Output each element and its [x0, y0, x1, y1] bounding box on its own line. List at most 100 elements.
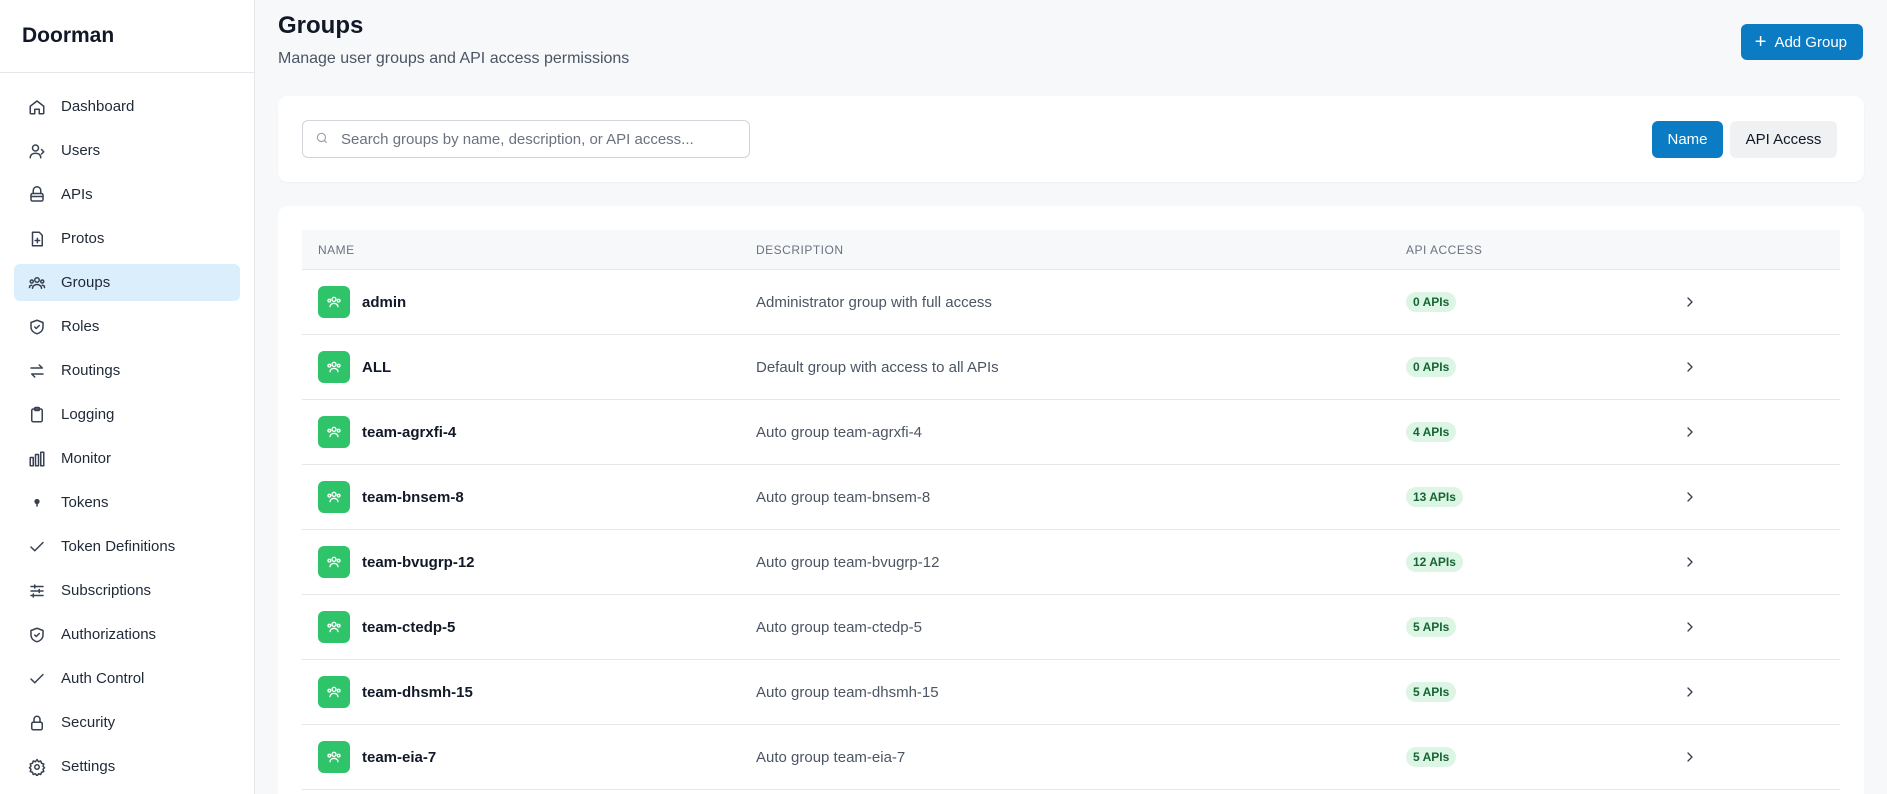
sidebar-item-label: Monitor: [61, 450, 112, 467]
search-card: Name API Access: [278, 96, 1864, 182]
sidebar-item-label: Routings: [61, 362, 121, 379]
gear-icon: [28, 758, 46, 776]
group-icon: [318, 416, 350, 448]
column-header-description[interactable]: DESCRIPTION: [756, 243, 844, 257]
filter-api-access-button[interactable]: API Access: [1730, 121, 1837, 158]
table-row[interactable]: team-dhsmh-15 Auto group team-dhsmh-15 5…: [302, 660, 1840, 725]
api-count-badge: 4 APIs: [1406, 422, 1457, 442]
sidebar-item-settings[interactable]: Settings: [14, 748, 240, 785]
sidebar-item-token-definitions[interactable]: Token Definitions: [14, 528, 240, 565]
sidebar-item-logging[interactable]: Logging: [14, 396, 240, 433]
table-row[interactable]: team-bnsem-8 Auto group team-bnsem-8 13 …: [302, 465, 1840, 530]
add-group-label: Add Group: [1774, 33, 1847, 51]
check-icon: [28, 538, 46, 556]
sidebar-item-auth-control[interactable]: Auth Control: [14, 660, 240, 697]
sidebar-item-label: Roles: [61, 318, 100, 335]
table-row[interactable]: team-agrxfi-4 Auto group team-agrxfi-4 4…: [302, 400, 1840, 465]
sidebar-item-label: Tokens: [61, 494, 109, 511]
group-description: Default group with access to all APIs: [756, 358, 999, 376]
chevron-right-icon[interactable]: [1682, 554, 1698, 570]
group-name: team-bvugrp-12: [362, 553, 475, 571]
group-icon: [318, 676, 350, 708]
table-row[interactable]: team-bvugrp-12 Auto group team-bvugrp-12…: [302, 530, 1840, 595]
clipboard-icon: [28, 406, 46, 424]
sidebar-item-label: Groups: [61, 274, 111, 291]
check-icon: [28, 670, 46, 688]
api-count-badge: 0 APIs: [1406, 292, 1457, 312]
lock-icon: [28, 714, 46, 732]
sidebar-item-label: Settings: [61, 758, 116, 775]
sidebar-item-label: Token Definitions: [61, 538, 176, 555]
table-row[interactable]: admin Administrator group with full acce…: [302, 270, 1840, 335]
sidebar-item-monitor[interactable]: Monitor: [14, 440, 240, 477]
group-description: Auto group team-dhsmh-15: [756, 683, 939, 701]
chevron-right-icon[interactable]: [1682, 749, 1698, 765]
group-name: team-agrxfi-4: [362, 423, 457, 441]
sidebar-item-apis[interactable]: APIs: [14, 176, 240, 213]
groups-table: NAME DESCRIPTION API ACCESS admin Admini…: [302, 230, 1840, 790]
table-row[interactable]: team-eia-7 Auto group team-eia-7 5 APIs: [302, 725, 1840, 790]
sidebar-item-security[interactable]: Security: [14, 704, 240, 741]
column-header-api-access[interactable]: API ACCESS: [1406, 243, 1482, 257]
group-description: Auto group team-agrxfi-4: [756, 423, 922, 441]
chevron-right-icon[interactable]: [1682, 489, 1698, 505]
chevron-right-icon[interactable]: [1682, 619, 1698, 635]
app-title: Doorman: [0, 0, 254, 73]
sidebar-item-label: APIs: [61, 186, 93, 203]
group-icon: [318, 481, 350, 513]
column-header-name[interactable]: NAME: [318, 243, 355, 257]
bar-chart-icon: [28, 450, 46, 468]
sidebar-item-authorizations[interactable]: Authorizations: [14, 616, 240, 653]
sidebar: Doorman Dashboard Users APIs Protos Grou…: [0, 0, 255, 794]
layers-icon: [28, 185, 46, 204]
search-icon: [315, 131, 331, 147]
main-content: Groups Manage user groups and API access…: [256, 0, 1887, 794]
sidebar-item-label: Logging: [61, 406, 115, 423]
sidebar-item-tokens[interactable]: Tokens: [14, 484, 240, 521]
sidebar-item-dashboard[interactable]: Dashboard: [14, 88, 240, 125]
sidebar-item-label: Subscriptions: [61, 582, 152, 599]
sidebar-item-routings[interactable]: Routings: [14, 352, 240, 389]
plus-icon: +: [1754, 31, 1767, 53]
sidebar-item-users[interactable]: Users: [14, 132, 240, 169]
arrows-icon: [28, 362, 46, 380]
chevron-right-icon[interactable]: [1682, 424, 1698, 440]
chevron-right-icon[interactable]: [1682, 294, 1698, 310]
group-icon: [318, 611, 350, 643]
chevron-right-icon[interactable]: [1682, 684, 1698, 700]
search-input[interactable]: [341, 130, 741, 148]
search-box[interactable]: [302, 120, 750, 158]
group-name: team-bnsem-8: [362, 488, 464, 506]
sidebar-item-groups[interactable]: Groups: [14, 264, 240, 301]
filter-name-button[interactable]: Name: [1652, 121, 1723, 158]
api-count-badge: 5 APIs: [1406, 617, 1457, 637]
group-description: Auto group team-bnsem-8: [756, 488, 931, 506]
group-name: team-eia-7: [362, 748, 437, 766]
group-description: Auto group team-bvugrp-12: [756, 553, 940, 571]
dot-icon: [28, 494, 46, 512]
add-group-button[interactable]: + Add Group: [1740, 24, 1863, 60]
sidebar-item-protos[interactable]: Protos: [14, 220, 240, 257]
sidebar-item-label: Security: [61, 714, 116, 731]
group-description: Auto group team-eia-7: [756, 748, 906, 766]
group-icon: [28, 274, 46, 292]
group-description: Administrator group with full access: [756, 293, 992, 311]
sidebar-item-label: Auth Control: [61, 670, 145, 687]
group-name: ALL: [362, 358, 392, 376]
sidebar-item-roles[interactable]: Roles: [14, 308, 240, 345]
sidebar-item-label: Users: [61, 142, 101, 159]
file-plus-icon: [28, 230, 46, 248]
groups-table-card: NAME DESCRIPTION API ACCESS admin Admini…: [278, 206, 1864, 794]
table-row[interactable]: ALL Default group with access to all API…: [302, 335, 1840, 400]
chevron-right-icon[interactable]: [1682, 359, 1698, 375]
sidebar-item-subscriptions[interactable]: Subscriptions: [14, 572, 240, 609]
sliders-icon: [28, 582, 46, 600]
api-count-badge: 13 APIs: [1406, 487, 1463, 507]
api-count-badge: 5 APIs: [1406, 682, 1457, 702]
shield-check-icon: [28, 626, 46, 644]
shield-icon: [28, 318, 46, 336]
table-row[interactable]: team-ctedp-5 Auto group team-ctedp-5 5 A…: [302, 595, 1840, 660]
group-icon: [318, 351, 350, 383]
group-name: team-ctedp-5: [362, 618, 456, 636]
users-icon: [28, 142, 46, 160]
